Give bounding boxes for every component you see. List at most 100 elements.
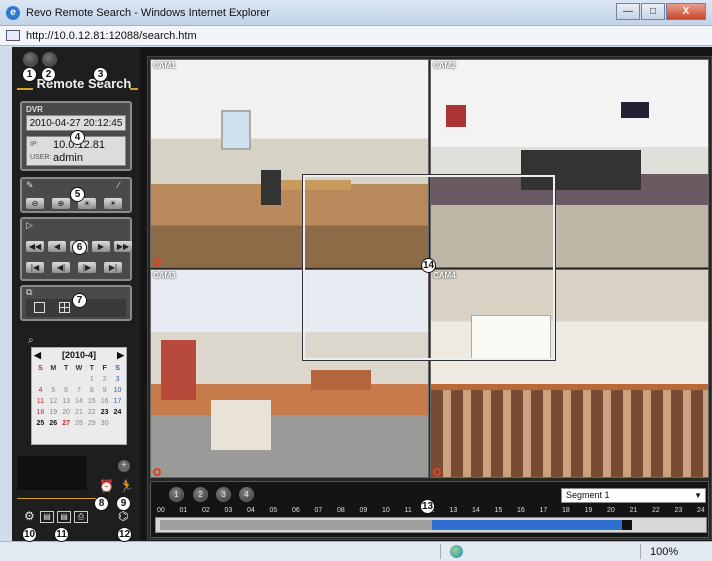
next-month-button[interactable]: ▶ (117, 350, 124, 361)
segment-button-1[interactable]: 1 (169, 487, 184, 502)
go-first-button[interactable]: |◀ (26, 262, 44, 273)
calendar-day[interactable]: 3 (111, 374, 124, 385)
export-icon[interactable]: ▤ (40, 511, 54, 523)
callout: 12 (117, 527, 132, 542)
calendar-day[interactable]: 5 (47, 385, 60, 396)
setup-button[interactable] (42, 52, 57, 67)
play-button[interactable]: ▶ (92, 241, 110, 252)
record-icon (153, 258, 161, 266)
callout: 7 (72, 293, 87, 308)
callout: 4 (70, 130, 85, 145)
calendar-day[interactable]: 1 (85, 374, 98, 385)
weekday: T (63, 365, 69, 372)
timeline[interactable] (155, 517, 707, 533)
ie-icon: e (6, 6, 20, 20)
calendar-day (47, 374, 60, 385)
calendar-day[interactable]: 21 (73, 407, 86, 418)
calendar-day[interactable]: 12 (47, 396, 60, 407)
calendar-day[interactable]: 20 (60, 407, 73, 418)
url-text[interactable]: http://10.0.12.81:12088/search.htm (26, 30, 197, 42)
calendar-search-icon: ⌕ (28, 335, 34, 346)
hour-label: 03 (224, 507, 233, 514)
calendar-day[interactable]: 17 (111, 396, 124, 407)
hour-label: 07 (314, 507, 323, 514)
calendar-day[interactable]: 24 (111, 407, 124, 418)
page-icon (6, 30, 20, 41)
weekday: F (102, 365, 107, 372)
hour-label: 04 (247, 507, 255, 514)
zoom-in-button[interactable]: ⊕ (52, 198, 70, 209)
calendar-day[interactable]: 27 (60, 418, 73, 429)
calendar-day[interactable]: 14 (73, 396, 86, 407)
ip-key: IP: (30, 141, 39, 148)
rewind-button[interactable]: ◀ (48, 241, 66, 252)
hour-label: 02 (202, 507, 210, 514)
hour-label: 22 (652, 507, 660, 514)
logout-button[interactable] (23, 52, 38, 67)
calendar-day[interactable]: 16 (98, 396, 111, 407)
calendar-day[interactable]: 7 (73, 385, 86, 396)
quad-view-button[interactable] (59, 302, 70, 313)
calendar-day[interactable]: 28 (73, 418, 86, 429)
calendar-day[interactable]: 26 (47, 418, 60, 429)
close-button[interactable]: X (666, 3, 706, 20)
calendar-day[interactable]: 22 (85, 407, 98, 418)
calendar-day[interactable]: 9 (98, 385, 111, 396)
segment-button-4[interactable]: 4 (239, 487, 254, 502)
calendar-week: 18 19 20 21 22 23 24 (34, 407, 124, 418)
clear-icon[interactable]: ⁄ (118, 180, 120, 190)
callout: 2 (41, 67, 56, 82)
callout: 10 (22, 527, 37, 542)
maximize-button[interactable]: □ (641, 3, 665, 20)
hour-label: 01 (179, 507, 188, 514)
callout: 13 (420, 499, 435, 514)
next-frame-button[interactable]: |▶ (78, 262, 96, 273)
prev-month-button[interactable]: ◀ (34, 350, 41, 361)
zoom-level[interactable]: 100% (650, 546, 678, 558)
calendar-day[interactable]: 29 (85, 418, 98, 429)
calendar-day[interactable]: 18 (34, 407, 47, 418)
calendar-day[interactable]: 23 (98, 407, 111, 418)
calendar: ◀ [2010-4] ▶ S M T W T F S 1 2 3 4 5 6 7 8 9 10 11… (31, 347, 127, 445)
hour-label: 09 (359, 507, 368, 514)
segment-button-2[interactable]: 2 (193, 487, 208, 502)
fast-rewind-button[interactable]: ◀◀ (26, 241, 44, 252)
brightness-up-button[interactable]: ☀ (104, 198, 122, 209)
calendar-day[interactable]: 4 (34, 385, 47, 396)
hour-label: 21 (629, 507, 638, 514)
calendar-day[interactable]: 15 (85, 396, 98, 407)
calendar-day[interactable]: 19 (47, 407, 60, 418)
go-last-button[interactable]: ▶| (104, 262, 122, 273)
timeline-recording (432, 520, 622, 530)
add-button[interactable]: + (118, 460, 130, 472)
calendar-day[interactable]: 25 (34, 418, 47, 429)
calendar-day[interactable]: 30 (98, 418, 111, 429)
segment-button-3[interactable]: 3 (216, 487, 231, 502)
event-search-icon[interactable]: 🏃 (119, 479, 134, 493)
weekday: W (75, 365, 83, 372)
calendar-week: 123 (34, 374, 124, 385)
calendar-day[interactable]: 10 (111, 385, 124, 396)
calendar-day[interactable]: 2 (98, 374, 111, 385)
user-key: USER: (30, 154, 52, 161)
calendar-day[interactable]: 13 (60, 396, 73, 407)
zoom-out-button[interactable]: ⊖ (26, 198, 44, 209)
prev-frame-button[interactable]: ◀| (52, 262, 70, 273)
alarm-icon[interactable]: ⏰ (99, 479, 114, 493)
single-view-button[interactable] (34, 302, 45, 313)
minimize-button[interactable]: — (616, 3, 640, 20)
print-icon[interactable]: ⎙ (74, 511, 88, 523)
backup-icon[interactable]: ▤ (57, 511, 71, 523)
fast-forward-button[interactable]: ▶▶ (114, 241, 132, 252)
address-bar[interactable]: http://10.0.12.81:12088/search.htm (0, 26, 712, 46)
timeline-recorded (160, 520, 432, 530)
camera-label: CAM2 (433, 61, 456, 70)
snapshot-icon[interactable]: ⌬ (118, 509, 128, 523)
calendar-day[interactable]: 6 (60, 385, 73, 396)
segment-select[interactable]: Segment 1 ▼ (561, 488, 706, 503)
timeline-marker (622, 520, 632, 530)
calendar-day[interactable]: 8 (85, 385, 98, 396)
calendar-day[interactable]: 11 (34, 396, 47, 407)
callout: 8 (94, 496, 109, 511)
tools-icon[interactable]: ⚙ (24, 509, 35, 523)
